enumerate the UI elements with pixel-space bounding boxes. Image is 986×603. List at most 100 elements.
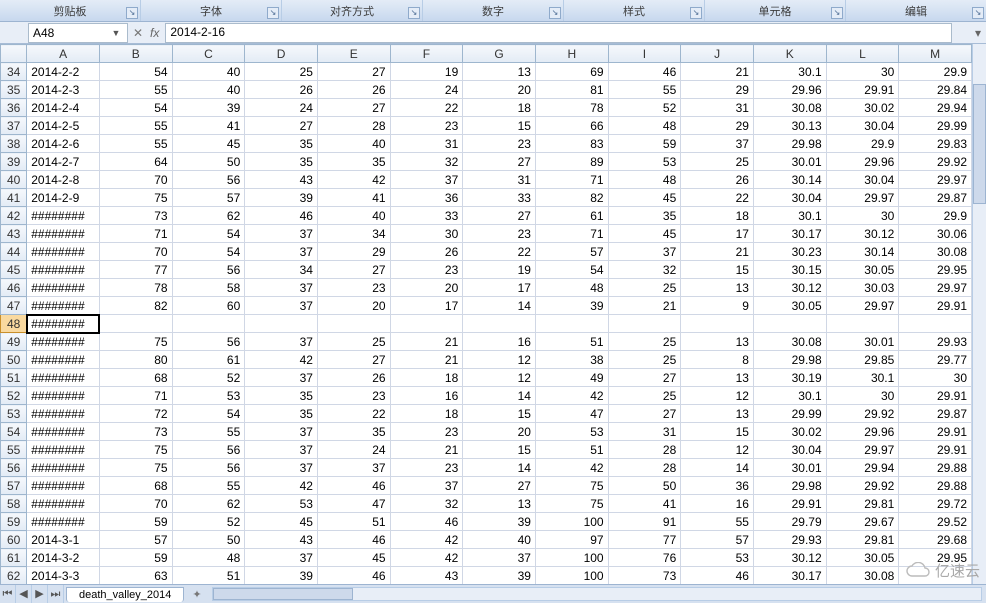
cell-L52[interactable]: 30 <box>826 387 899 405</box>
cell-C61[interactable]: 48 <box>172 549 245 567</box>
cell-G34[interactable]: 13 <box>463 63 536 81</box>
cell-E35[interactable]: 26 <box>317 81 390 99</box>
cell-K55[interactable]: 30.04 <box>753 441 826 459</box>
cell-K45[interactable]: 30.15 <box>753 261 826 279</box>
cell-C35[interactable]: 40 <box>172 81 245 99</box>
cell-C45[interactable]: 56 <box>172 261 245 279</box>
column-header-L[interactable]: L <box>826 45 899 63</box>
tab-nav-first-icon[interactable]: ⏮ <box>0 585 16 603</box>
cell-K40[interactable]: 30.14 <box>753 171 826 189</box>
formula-bar-expand-icon[interactable]: ▾ <box>970 26 986 40</box>
column-header-A[interactable]: A <box>27 45 100 63</box>
row-header[interactable]: 55 <box>1 441 27 459</box>
cell-L36[interactable]: 30.02 <box>826 99 899 117</box>
cell-C53[interactable]: 54 <box>172 405 245 423</box>
column-header-F[interactable]: F <box>390 45 463 63</box>
cell-G42[interactable]: 27 <box>463 207 536 225</box>
cell-D59[interactable]: 45 <box>245 513 318 531</box>
row-header[interactable]: 40 <box>1 171 27 189</box>
cell-B61[interactable]: 59 <box>99 549 172 567</box>
cell-C40[interactable]: 56 <box>172 171 245 189</box>
cell-L49[interactable]: 30.01 <box>826 333 899 351</box>
cell-H54[interactable]: 53 <box>535 423 608 441</box>
cell-J48[interactable] <box>681 315 754 333</box>
cell-L59[interactable]: 29.67 <box>826 513 899 531</box>
cell-D35[interactable]: 26 <box>245 81 318 99</box>
cell-C50[interactable]: 61 <box>172 351 245 369</box>
cell-F50[interactable]: 21 <box>390 351 463 369</box>
cell-K62[interactable]: 30.17 <box>753 567 826 585</box>
cell-B38[interactable]: 55 <box>99 135 172 153</box>
cell-F61[interactable]: 42 <box>390 549 463 567</box>
cell-L48[interactable] <box>826 315 899 333</box>
cell-D41[interactable]: 39 <box>245 189 318 207</box>
row-header[interactable]: 57 <box>1 477 27 495</box>
cell-K51[interactable]: 30.19 <box>753 369 826 387</box>
cell-A54[interactable]: ######## <box>27 423 100 441</box>
cell-B49[interactable]: 75 <box>99 333 172 351</box>
cell-J34[interactable]: 21 <box>681 63 754 81</box>
cell-E47[interactable]: 20 <box>317 297 390 315</box>
cell-C57[interactable]: 55 <box>172 477 245 495</box>
cell-D61[interactable]: 37 <box>245 549 318 567</box>
cell-H49[interactable]: 51 <box>535 333 608 351</box>
cell-J41[interactable]: 22 <box>681 189 754 207</box>
cell-K37[interactable]: 30.13 <box>753 117 826 135</box>
cell-L44[interactable]: 30.14 <box>826 243 899 261</box>
cell-G62[interactable]: 39 <box>463 567 536 585</box>
cell-L61[interactable]: 30.05 <box>826 549 899 567</box>
cell-B42[interactable]: 73 <box>99 207 172 225</box>
cell-I46[interactable]: 25 <box>608 279 681 297</box>
cell-E55[interactable]: 24 <box>317 441 390 459</box>
row-header[interactable]: 47 <box>1 297 27 315</box>
cell-I34[interactable]: 46 <box>608 63 681 81</box>
cell-B52[interactable]: 71 <box>99 387 172 405</box>
cell-H47[interactable]: 39 <box>535 297 608 315</box>
cell-E53[interactable]: 22 <box>317 405 390 423</box>
cell-L41[interactable]: 29.97 <box>826 189 899 207</box>
cell-M52[interactable]: 29.91 <box>899 387 972 405</box>
cell-E61[interactable]: 45 <box>317 549 390 567</box>
cell-J38[interactable]: 37 <box>681 135 754 153</box>
column-header-J[interactable]: J <box>681 45 754 63</box>
cell-M49[interactable]: 29.93 <box>899 333 972 351</box>
cell-I38[interactable]: 59 <box>608 135 681 153</box>
ribbon-group-5[interactable]: 单元格↘ <box>705 0 846 21</box>
cell-A61[interactable]: 2014-3-2 <box>27 549 100 567</box>
cell-D49[interactable]: 37 <box>245 333 318 351</box>
cell-M62[interactable] <box>899 567 972 585</box>
cell-E48[interactable] <box>317 315 390 333</box>
cell-B57[interactable]: 68 <box>99 477 172 495</box>
cell-I56[interactable]: 28 <box>608 459 681 477</box>
cell-J51[interactable]: 13 <box>681 369 754 387</box>
cell-J47[interactable]: 9 <box>681 297 754 315</box>
cell-A39[interactable]: 2014-2-7 <box>27 153 100 171</box>
cell-M60[interactable]: 29.68 <box>899 531 972 549</box>
add-sheet-icon[interactable]: ✦ <box>186 587 207 602</box>
cell-I54[interactable]: 31 <box>608 423 681 441</box>
cell-C59[interactable]: 52 <box>172 513 245 531</box>
cell-J35[interactable]: 29 <box>681 81 754 99</box>
cell-J46[interactable]: 13 <box>681 279 754 297</box>
cell-H46[interactable]: 48 <box>535 279 608 297</box>
cell-G39[interactable]: 27 <box>463 153 536 171</box>
cell-G57[interactable]: 27 <box>463 477 536 495</box>
cell-L47[interactable]: 29.97 <box>826 297 899 315</box>
cell-I62[interactable]: 73 <box>608 567 681 585</box>
cell-D48[interactable] <box>245 315 318 333</box>
cell-H60[interactable]: 97 <box>535 531 608 549</box>
ribbon-group-4[interactable]: 样式↘ <box>564 0 705 21</box>
cell-J60[interactable]: 57 <box>681 531 754 549</box>
cell-B59[interactable]: 59 <box>99 513 172 531</box>
row-header[interactable]: 38 <box>1 135 27 153</box>
cell-I45[interactable]: 32 <box>608 261 681 279</box>
cell-K44[interactable]: 30.23 <box>753 243 826 261</box>
formula-bar[interactable]: 2014-2-16 <box>165 23 952 43</box>
row-header[interactable]: 61 <box>1 549 27 567</box>
cell-J59[interactable]: 55 <box>681 513 754 531</box>
cell-J44[interactable]: 21 <box>681 243 754 261</box>
cell-M48[interactable] <box>899 315 972 333</box>
cell-C52[interactable]: 53 <box>172 387 245 405</box>
cell-D43[interactable]: 37 <box>245 225 318 243</box>
cell-B56[interactable]: 75 <box>99 459 172 477</box>
